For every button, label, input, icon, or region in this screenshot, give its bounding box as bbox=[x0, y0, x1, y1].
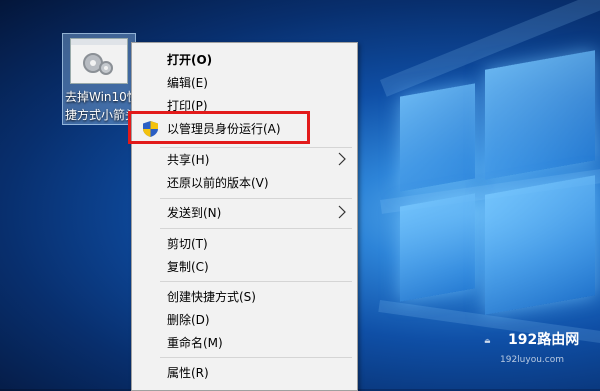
chevron-right-icon bbox=[338, 152, 346, 166]
highlight-box bbox=[128, 111, 310, 144]
menu-separator bbox=[160, 198, 352, 199]
menu-item-label: 打开(O) bbox=[167, 53, 213, 67]
menu-item-create-shortcut[interactable]: 创建快捷方式(S) bbox=[132, 286, 357, 308]
menu-item-label: 剪切(T) bbox=[167, 237, 208, 251]
menu-item-rename[interactable]: 重命名(M) bbox=[132, 332, 357, 354]
menu-item-label: 还原以前的版本(V) bbox=[167, 176, 269, 190]
chevron-right-icon bbox=[338, 205, 346, 219]
menu-item-delete[interactable]: 删除(D) bbox=[132, 309, 357, 331]
menu-item-label: 共享(H) bbox=[167, 153, 210, 167]
menu-separator bbox=[160, 357, 352, 358]
menu-item-open[interactable]: 打开(O) bbox=[132, 49, 357, 71]
menu-item-edit[interactable]: 编辑(E) bbox=[132, 72, 357, 94]
menu-item-restore-previous[interactable]: 还原以前的版本(V) bbox=[132, 172, 357, 194]
menu-separator bbox=[160, 281, 352, 282]
menu-item-label: 重命名(M) bbox=[167, 336, 223, 350]
shortcut-thumbnail bbox=[70, 38, 128, 84]
desktop-shortcut-icon[interactable]: 去掉Win10快 捷方式小箭头 bbox=[62, 33, 136, 125]
shortcut-label: 去掉Win10快 捷方式小箭头 bbox=[65, 90, 135, 122]
menu-item-copy[interactable]: 复制(C) bbox=[132, 256, 357, 278]
menu-item-label: 创建快捷方式(S) bbox=[167, 290, 256, 304]
router-logo-icon bbox=[484, 338, 491, 343]
menu-item-properties[interactable]: 属性(R) bbox=[132, 362, 357, 384]
menu-separator bbox=[160, 228, 352, 229]
menu-item-label: 复制(C) bbox=[167, 260, 209, 274]
context-menu: 打开(O) 编辑(E) 打印(P) 以管理员身份运行(A) 共享(H) 还原以前… bbox=[131, 42, 358, 391]
watermark-subtitle: 192luyou.com bbox=[500, 355, 565, 365]
watermark-title: 192路由网 bbox=[508, 332, 580, 348]
menu-item-label: 属性(R) bbox=[167, 366, 209, 380]
menu-item-share[interactable]: 共享(H) bbox=[132, 149, 357, 171]
menu-item-cut[interactable]: 剪切(T) bbox=[132, 233, 357, 255]
menu-item-label: 删除(D) bbox=[167, 313, 210, 327]
windows-logo bbox=[380, 40, 600, 340]
menu-item-label: 发送到(N) bbox=[167, 206, 222, 220]
gear-icon bbox=[83, 53, 113, 75]
menu-item-label: 编辑(E) bbox=[167, 76, 208, 90]
menu-item-send-to[interactable]: 发送到(N) bbox=[132, 202, 357, 224]
menu-separator bbox=[160, 147, 352, 148]
